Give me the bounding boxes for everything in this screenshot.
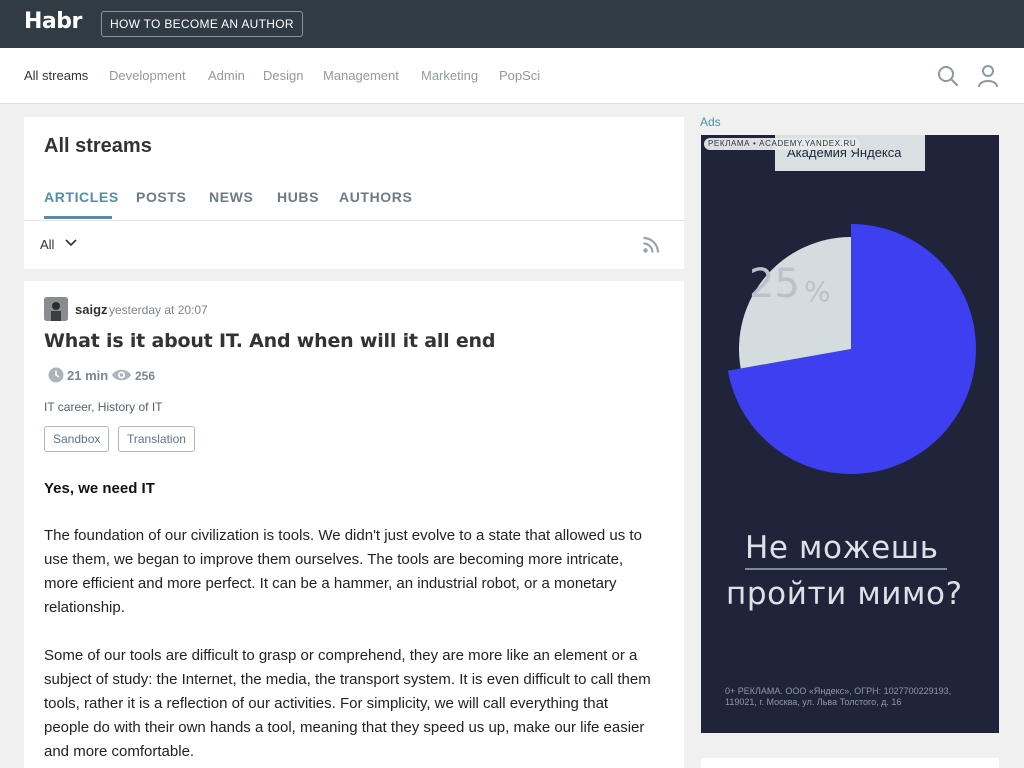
- paragraph-line: people do with their own hands a tool, m…: [44, 719, 645, 736]
- views-count: 256: [135, 369, 156, 383]
- ad-legal-text: 0+ РЕКЛАМА. ООО «Яндекс», ОГРН: 10277002…: [725, 686, 985, 708]
- avatar-image-icon: [44, 297, 68, 321]
- article-paragraph: Some of our tools are difficult to grasp…: [44, 644, 668, 764]
- ad-headline-underline: [745, 568, 947, 570]
- nav-item-admin[interactable]: Admin: [208, 68, 245, 83]
- ad-legal-line: 119021, г. Москва, ул. Льва Толстого, д.…: [725, 697, 902, 707]
- paragraph-line: and more comfortable.: [44, 743, 195, 760]
- tab-hubs[interactable]: HUBS: [277, 189, 319, 205]
- nav-item-marketing[interactable]: Marketing: [421, 68, 478, 83]
- tab-authors[interactable]: AUTHORS: [339, 189, 412, 205]
- active-tab-indicator: [44, 216, 112, 219]
- sidebar-widget: [701, 758, 999, 768]
- page-title: All streams: [44, 135, 152, 157]
- paragraph-line: tools, rather it is a reflection of our …: [44, 695, 609, 712]
- ad-pie-graphic: [727, 224, 976, 474]
- advertisement-banner[interactable]: Академия Яндекса РЕКЛАМА • ACADEMY.YANDE…: [701, 135, 999, 733]
- search-icon[interactable]: [937, 65, 959, 87]
- nav-item-development[interactable]: Development: [109, 68, 186, 83]
- label-sandbox[interactable]: Sandbox: [44, 426, 110, 452]
- user-icon[interactable]: [977, 64, 999, 88]
- ad-tag: РЕКЛАМА • ACADEMY.YANDEX.RU: [704, 138, 861, 150]
- stream-header-card: All streams ARTICLES POSTS NEWS HUBS AUT…: [24, 117, 684, 269]
- ad-legal-line: 0+ РЕКЛАМА. ООО «Яндекс», ОГРН: 10277002…: [725, 686, 952, 696]
- nav-item-design[interactable]: Design: [263, 68, 303, 83]
- ad-headline: Не можешь: [745, 530, 939, 566]
- clock-icon: [48, 367, 64, 383]
- label-translation[interactable]: Translation: [118, 426, 195, 452]
- ad-headline: пройти мимо?: [726, 576, 963, 612]
- tab-news[interactable]: NEWS: [209, 189, 253, 205]
- ad-percent-sign: %: [804, 275, 831, 308]
- ads-label: Ads: [700, 115, 721, 129]
- top-bar: Habr HOW TO BECOME AN AUTHOR: [0, 0, 1024, 48]
- tab-articles[interactable]: ARTICLES: [44, 189, 119, 205]
- how-to-become-author-button[interactable]: HOW TO BECOME AN AUTHOR: [101, 11, 303, 37]
- tab-posts[interactable]: POSTS: [136, 189, 186, 205]
- reading-time: 21 min: [67, 368, 109, 383]
- article-hubs[interactable]: IT career, History of IT: [44, 400, 162, 414]
- eye-icon: [112, 369, 131, 381]
- nav-item-popsci[interactable]: PopSci: [499, 68, 540, 83]
- tabs-divider: [24, 220, 684, 221]
- paragraph-line: Some of our tools are difficult to grasp…: [44, 647, 638, 664]
- article-card: saigz yesterday at 20:07 What is it abou…: [24, 281, 684, 768]
- publish-time: yesterday at 20:07: [109, 303, 208, 317]
- article-title[interactable]: What is it about IT. And when will it al…: [44, 330, 495, 352]
- nav-item-management[interactable]: Management: [323, 68, 399, 83]
- article-subheading: Yes, we need IT: [44, 480, 155, 497]
- paragraph-line: relationship.: [44, 599, 125, 616]
- paragraph-line: use them, we began to improve them ourse…: [44, 551, 624, 568]
- filter-dropdown[interactable]: All: [40, 237, 54, 252]
- ad-percent-value: 25: [749, 261, 800, 307]
- flows-nav: All streams Development Admin Design Man…: [0, 48, 1024, 104]
- article-paragraph: The foundation of our civilization is to…: [44, 524, 668, 620]
- author-name[interactable]: saigz: [75, 302, 108, 317]
- habr-logo[interactable]: Habr: [24, 9, 82, 34]
- paragraph-line: more efficient and more perfect. It can …: [44, 575, 617, 592]
- paragraph-line: subject of study: the Internet, the medi…: [44, 671, 651, 688]
- chevron-down-icon[interactable]: [64, 238, 78, 248]
- nav-item-all-streams[interactable]: All streams: [24, 68, 88, 83]
- rss-icon[interactable]: [642, 236, 660, 254]
- avatar[interactable]: [44, 297, 68, 321]
- paragraph-line: The foundation of our civilization is to…: [44, 527, 642, 544]
